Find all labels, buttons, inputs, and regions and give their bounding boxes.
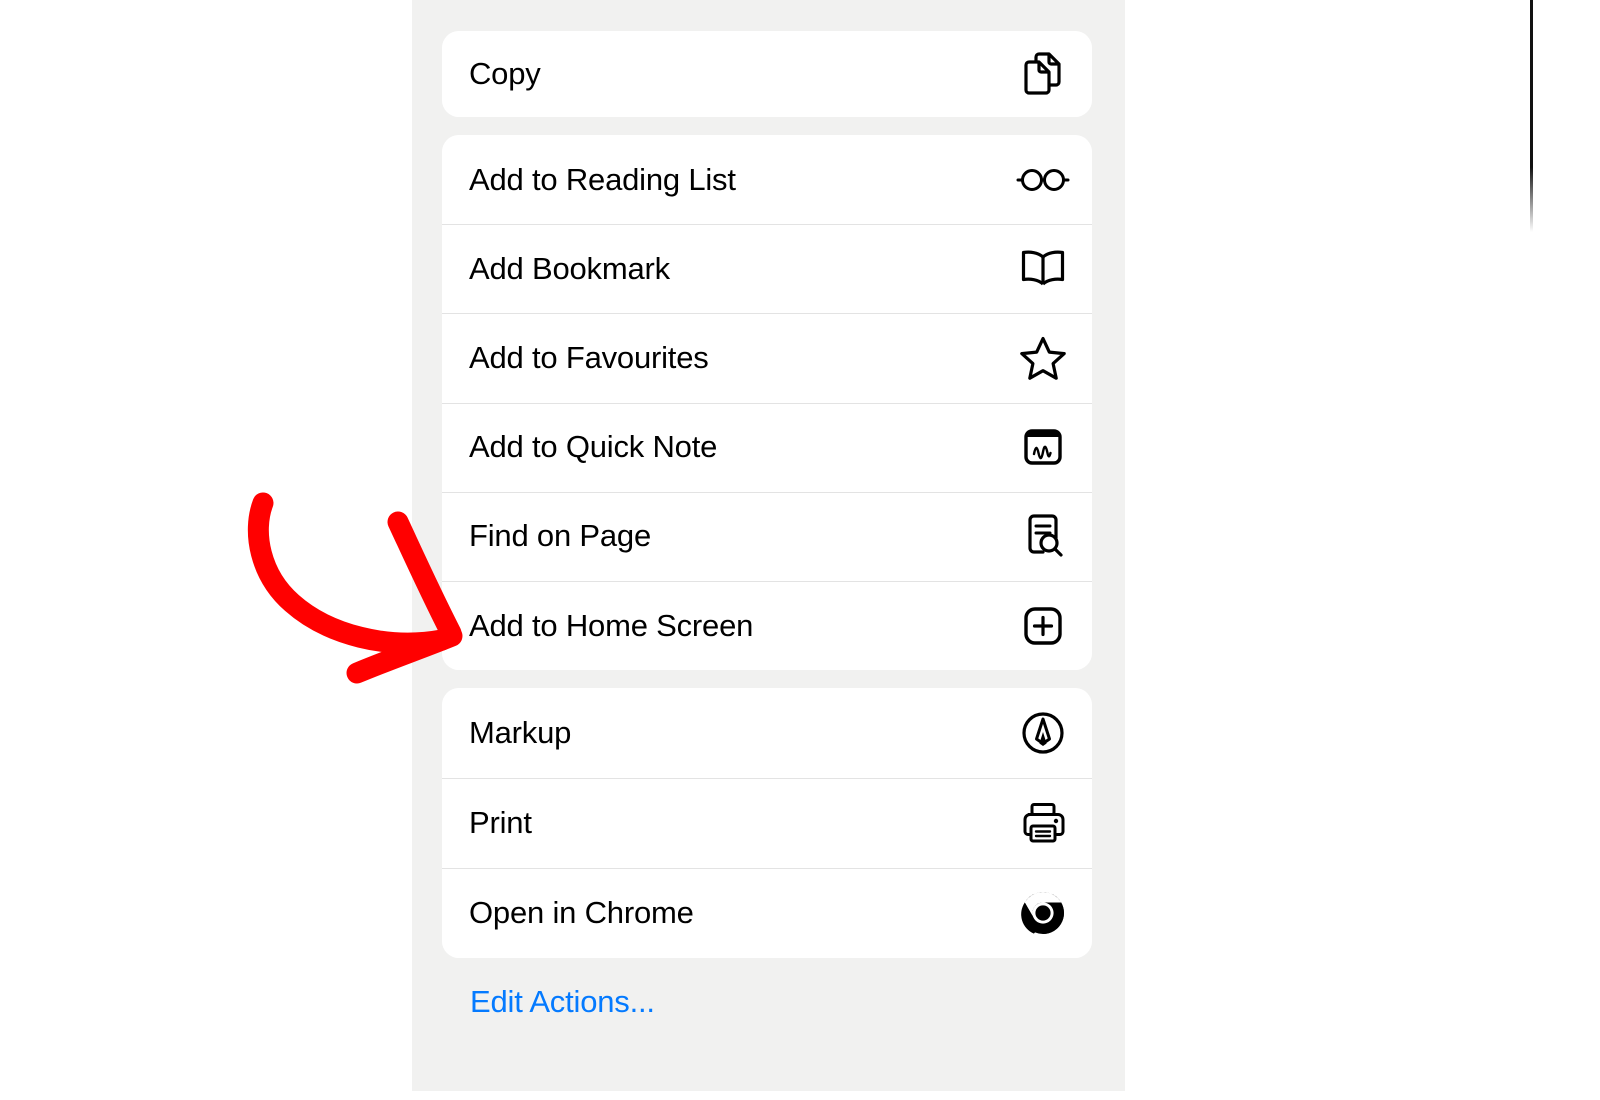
share-action-copy[interactable]: Copy <box>442 31 1092 117</box>
share-action-label: Add Bookmark <box>469 250 670 286</box>
printer-icon <box>1016 796 1070 850</box>
share-action-find-on-page[interactable]: Find on Page <box>442 491 1092 581</box>
chrome-icon <box>1016 886 1070 940</box>
share-action-label: Add to Favourites <box>469 339 709 375</box>
share-action-label: Add to Reading List <box>469 161 736 197</box>
quick-note-icon <box>1016 420 1070 474</box>
markup-pen-icon <box>1016 706 1070 760</box>
share-action-add-to-home-screen[interactable]: Add to Home Screen <box>442 580 1092 670</box>
device-edge <box>1530 0 1533 232</box>
document-search-icon <box>1016 509 1070 563</box>
share-action-label: Add to Home Screen <box>469 607 754 643</box>
glasses-icon <box>1016 153 1070 207</box>
share-action-print[interactable]: Print <box>442 778 1092 868</box>
share-action-open-in-chrome[interactable]: Open in Chrome <box>442 868 1092 958</box>
share-action-add-bookmark[interactable]: Add Bookmark <box>442 224 1092 314</box>
share-action-markup[interactable]: Markup <box>442 688 1092 778</box>
share-action-label: Copy <box>469 56 541 91</box>
share-action-label: Open in Chrome <box>469 895 694 930</box>
edit-actions-button[interactable]: Edit Actions... <box>470 984 655 1020</box>
share-action-add-to-quick-note[interactable]: Add to Quick Note <box>442 402 1092 492</box>
share-sheet-group-actions: Add to Reading List Add Bookmark Add to … <box>442 135 1092 670</box>
share-sheet-group-clipboard: Copy <box>442 31 1092 117</box>
share-action-label: Markup <box>469 715 572 750</box>
share-action-add-to-favourites[interactable]: Add to Favourites <box>442 313 1092 403</box>
share-action-add-to-reading-list[interactable]: Add to Reading List <box>442 135 1092 225</box>
book-icon <box>1016 242 1070 296</box>
copy-icon <box>1016 47 1070 101</box>
share-action-label: Print <box>469 805 532 840</box>
star-icon <box>1016 331 1070 385</box>
share-action-label: Add to Quick Note <box>469 429 718 465</box>
screenshot-root: Copy Add to Reading List Add Bookmark Ad… <box>0 0 1600 1100</box>
plus-square-icon <box>1016 599 1070 653</box>
share-sheet-group-tools: Markup Print Open in Chrome <box>442 688 1092 958</box>
share-action-label: Find on Page <box>469 518 652 554</box>
